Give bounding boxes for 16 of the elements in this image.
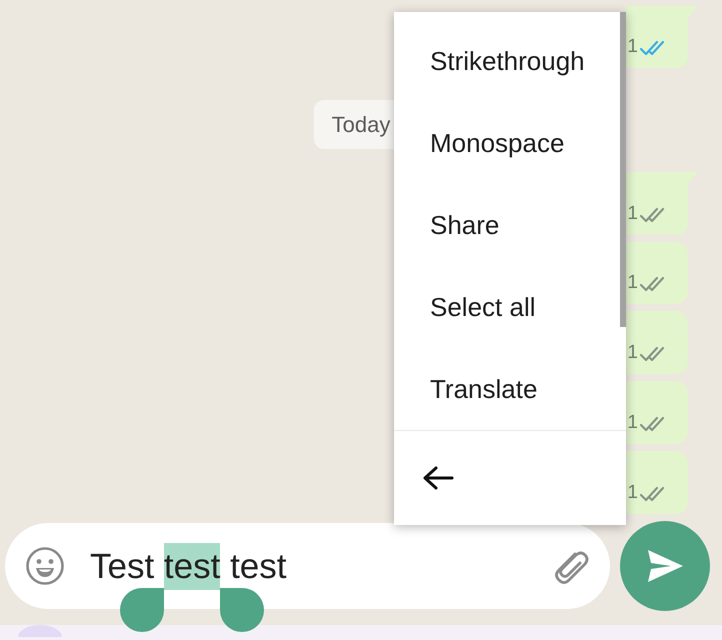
selected-text[interactable]: test [164, 542, 220, 590]
menu-item[interactable]: Select all [394, 266, 620, 348]
message-time: 1 [627, 204, 638, 223]
message-text[interactable]: test [220, 542, 286, 590]
emoji-icon[interactable] [25, 546, 65, 586]
menu-item[interactable]: Strikethrough [394, 20, 620, 102]
message-time: 1 [627, 36, 638, 56]
message-time: 1 [627, 343, 638, 362]
menu-item[interactable]: Translate [394, 348, 620, 430]
back-icon[interactable] [422, 464, 454, 490]
message-time: 1 [627, 483, 638, 502]
message-text[interactable]: Test [90, 542, 164, 590]
message-field[interactable]: Test test test [5, 523, 610, 609]
message-time: 1 [627, 273, 638, 292]
message-time: 1 [627, 413, 638, 432]
menu-item[interactable]: Share [394, 184, 620, 266]
